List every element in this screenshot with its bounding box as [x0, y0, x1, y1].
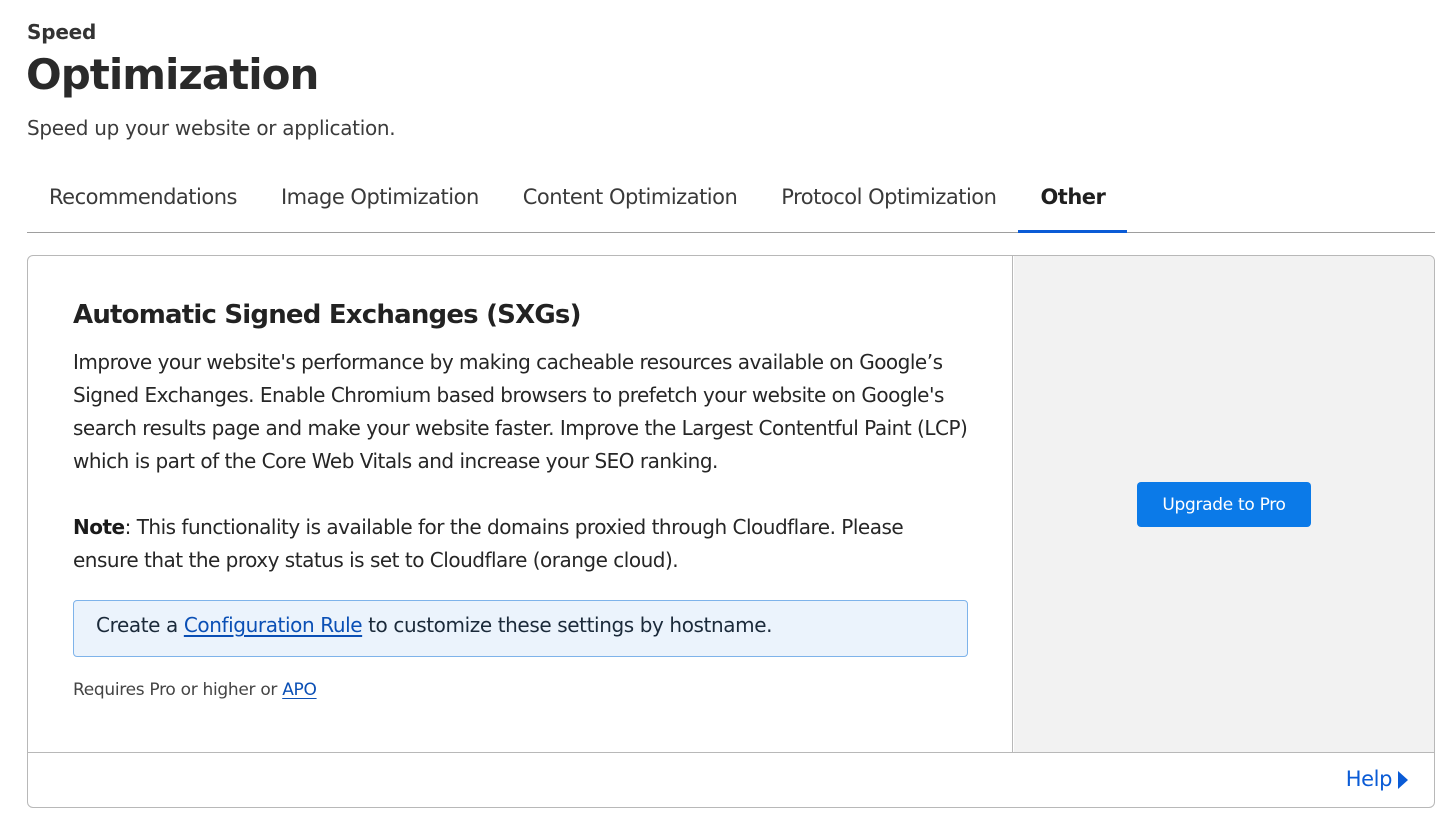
setting-control-panel: Upgrade to Pro: [1014, 256, 1434, 752]
tab-protocol-optimization[interactable]: Protocol Optimization: [759, 175, 1018, 232]
setting-note: Note: This functionality is available fo…: [73, 511, 973, 577]
plan-requirement-text: Requires Pro or higher or: [73, 680, 283, 700]
sxg-setting-card: Automatic Signed Exchanges (SXGs) Improv…: [27, 255, 1435, 808]
page-subtitle: Speed up your website or application.: [27, 116, 396, 140]
callout-suffix: to customize these settings by hostname.: [362, 613, 773, 637]
help-link[interactable]: Help: [1346, 767, 1408, 791]
tab-image-optimization[interactable]: Image Optimization: [259, 175, 501, 232]
plan-requirement: Requires Pro or higher or APO: [73, 680, 317, 700]
setting-description: Improve your website's performance by ma…: [73, 350, 968, 473]
note-text: : This functionality is available for th…: [73, 515, 904, 572]
tab-recommendations[interactable]: Recommendations: [27, 175, 259, 232]
help-label: Help: [1345, 767, 1393, 791]
tab-bar: Recommendations Image Optimization Conte…: [27, 175, 1435, 233]
tab-content-optimization[interactable]: Content Optimization: [501, 175, 760, 232]
tab-other[interactable]: Other: [1018, 175, 1128, 233]
setting-content: Automatic Signed Exchanges (SXGs) Improv…: [28, 256, 1013, 752]
section-eyebrow: Speed: [27, 20, 97, 44]
card-footer: Help: [28, 752, 1434, 807]
note-label: Note: [73, 515, 125, 539]
configuration-rule-link[interactable]: Configuration Rule: [184, 613, 363, 637]
configuration-rule-callout: Create a Configuration Rule to customize…: [73, 600, 968, 657]
callout-prefix: Create a: [96, 613, 184, 637]
apo-link[interactable]: APO: [282, 680, 317, 700]
setting-title: Automatic Signed Exchanges (SXGs): [73, 300, 581, 330]
caret-right-icon: [1398, 770, 1408, 789]
upgrade-to-pro-button[interactable]: Upgrade to Pro: [1137, 482, 1311, 527]
optimization-page: Speed Optimization Speed up your website…: [0, 0, 1456, 828]
page-title: Optimization: [26, 50, 319, 99]
